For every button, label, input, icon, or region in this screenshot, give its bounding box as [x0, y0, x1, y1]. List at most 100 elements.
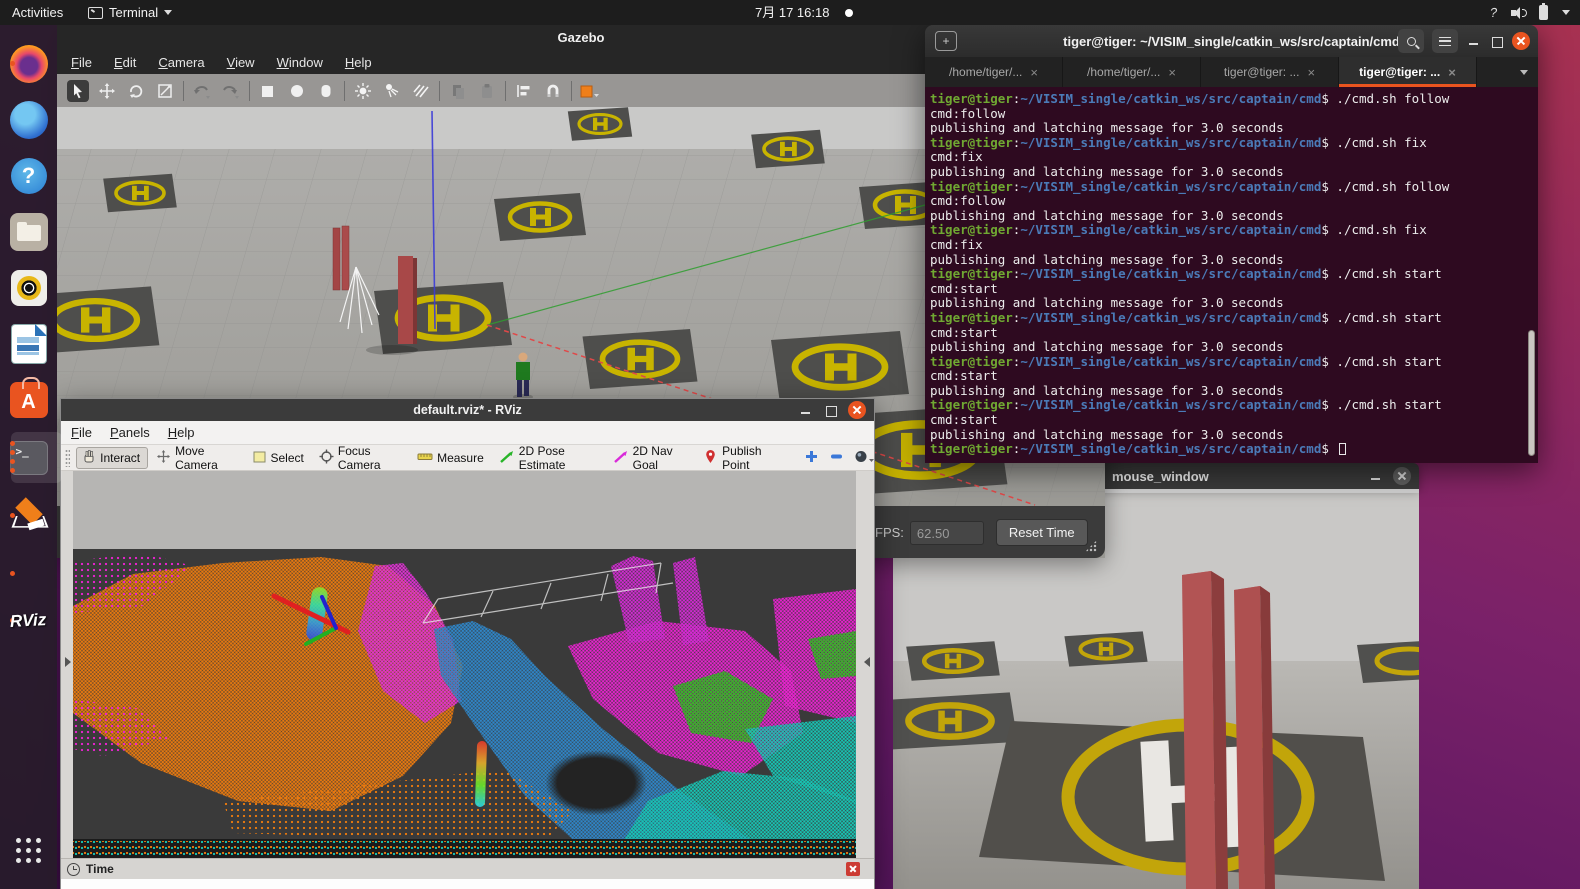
- menu-help[interactable]: Help: [345, 55, 372, 70]
- sphere-icon[interactable]: [286, 80, 308, 102]
- search-button[interactable]: [1398, 29, 1424, 53]
- minimize-button[interactable]: [798, 403, 813, 418]
- clock[interactable]: 7月 17 16:18: [755, 0, 829, 25]
- paste-icon[interactable]: [476, 80, 498, 102]
- tool-select[interactable]: Select: [248, 447, 311, 469]
- terminal-scrollbar[interactable]: [1528, 330, 1535, 456]
- terminal-tab[interactable]: tiger@tiger: ...: [1201, 57, 1339, 87]
- redo-icon[interactable]: [220, 80, 242, 102]
- dock-item-libreoffice-writer[interactable]: [8, 323, 49, 364]
- rviz-titlebar[interactable]: default.rviz* - RViz: [61, 399, 874, 421]
- dock-item-files[interactable]: [8, 211, 49, 252]
- mouse-window-titlebar[interactable]: mouse_window: [1100, 463, 1419, 489]
- translate-icon[interactable]: [96, 80, 118, 102]
- select-arrow-icon[interactable]: [67, 80, 89, 102]
- menu-edit[interactable]: Edit: [114, 55, 136, 70]
- menu-file[interactable]: File: [71, 425, 92, 440]
- copy-icon[interactable]: [447, 80, 469, 102]
- camera-sphere-icon[interactable]: [854, 449, 874, 467]
- maximize-button[interactable]: [1489, 34, 1504, 49]
- tab-close-icon[interactable]: [1307, 65, 1315, 80]
- maximize-button[interactable]: [823, 403, 838, 418]
- point-light-icon[interactable]: [352, 80, 374, 102]
- view-cube-icon[interactable]: [579, 80, 601, 102]
- rviz-3d-view[interactable]: [61, 471, 874, 858]
- tool-measure[interactable]: Measure: [413, 447, 491, 469]
- toolbar-drag-handle[interactable]: [65, 449, 70, 467]
- app-menu[interactable]: Terminal: [88, 0, 172, 25]
- dock-item-help[interactable]: ?: [8, 155, 49, 196]
- panel-collapse-handle-left[interactable]: [65, 657, 71, 667]
- menu-button[interactable]: [1432, 29, 1458, 53]
- align-icon[interactable]: [513, 80, 535, 102]
- helipad-mid: [893, 692, 1018, 749]
- dock-item-rhythmbox[interactable]: [8, 267, 49, 308]
- activities-button[interactable]: Activities: [12, 0, 63, 25]
- terminal-output[interactable]: tiger@tiger:~/VISIM_single/catkin_ws/src…: [925, 87, 1538, 463]
- magenta-arrow-pen-icon: [613, 449, 629, 467]
- rotate-icon[interactable]: [125, 80, 147, 102]
- terminal-tab[interactable]: /home/tiger/...: [1063, 57, 1201, 87]
- cylinder-icon[interactable]: [315, 80, 337, 102]
- close-button[interactable]: [1393, 467, 1411, 485]
- terminal-tab[interactable]: /home/tiger/...: [925, 57, 1063, 87]
- dock-item-running-app[interactable]: [8, 553, 49, 594]
- minimize-button[interactable]: [1466, 34, 1481, 49]
- close-button[interactable]: [848, 401, 866, 419]
- dock-item-terminal[interactable]: >_: [8, 437, 49, 478]
- undo-icon[interactable]: [191, 80, 213, 102]
- dock-item-ubuntu-software[interactable]: A: [8, 379, 49, 420]
- menu-window[interactable]: Window: [277, 55, 323, 70]
- reset-time-button[interactable]: Reset Time: [996, 519, 1088, 546]
- menu-camera[interactable]: Camera: [158, 55, 204, 70]
- minimize-button[interactable]: [1368, 469, 1383, 484]
- pointcloud-viewport[interactable]: [73, 471, 856, 858]
- helipad-far-3: [1357, 639, 1419, 683]
- tab-list-dropdown[interactable]: [1510, 57, 1538, 87]
- dock-item-thunderbird[interactable]: [8, 99, 49, 140]
- panel-collapse-handle-right[interactable]: [864, 657, 870, 667]
- show-applications-button[interactable]: [8, 830, 49, 871]
- spot-light-icon[interactable]: [381, 80, 403, 102]
- tool-focus-camera[interactable]: Focus Camera: [315, 447, 409, 469]
- tab-label: /home/tiger/...: [1087, 65, 1160, 79]
- rviz-icon: RViz: [10, 610, 47, 632]
- menu-file[interactable]: File: [71, 55, 92, 70]
- dock-item-firefox[interactable]: [8, 43, 49, 84]
- terminal-line: tiger@tiger:~/VISIM_single/catkin_ws/src…: [930, 311, 1538, 326]
- terminal-line: tiger@tiger:~/VISIM_single/catkin_ws/src…: [930, 398, 1538, 413]
- fps-field[interactable]: 62.50: [910, 521, 984, 545]
- dock-item-gazebo[interactable]: [8, 495, 49, 536]
- snap-icon[interactable]: [542, 80, 564, 102]
- terminal-tabs: /home/tiger/... /home/tiger/... tiger@tige…: [925, 57, 1538, 87]
- rviz-window: default.rviz* - RViz File Panels Help Inte…: [60, 398, 875, 889]
- menu-help[interactable]: Help: [168, 425, 195, 440]
- dock-item-rviz[interactable]: RViz: [8, 600, 49, 641]
- helipad: [494, 193, 586, 241]
- tab-close-icon[interactable]: [1030, 65, 1038, 80]
- menu-view[interactable]: View: [227, 55, 255, 70]
- tool-publish-point[interactable]: Publish Point: [699, 447, 786, 469]
- tool-interact[interactable]: Interact: [76, 447, 148, 469]
- tool-2d-nav-goal[interactable]: 2D Nav Goal: [609, 447, 696, 469]
- remove-tool-minus-icon[interactable]: [829, 449, 844, 467]
- new-tab-button[interactable]: [935, 31, 957, 51]
- terminal-titlebar[interactable]: tiger@tiger: ~/VISIM_single/catkin_ws/sr…: [925, 25, 1538, 57]
- add-tool-plus-icon[interactable]: [804, 449, 819, 467]
- tool-move-camera[interactable]: Move Camera: [152, 447, 243, 469]
- box-icon[interactable]: [257, 80, 279, 102]
- tool-buttons-extra: [804, 449, 874, 467]
- menu-panels[interactable]: Panels: [110, 425, 150, 440]
- tab-close-icon[interactable]: [1168, 65, 1176, 80]
- system-status-area[interactable]: ?: [1490, 0, 1570, 25]
- terminal-tab[interactable]: tiger@tiger: ...: [1339, 57, 1477, 87]
- tab-close-icon[interactable]: [1448, 65, 1456, 80]
- wireframe-grid: [423, 563, 673, 623]
- toolbar-separator: [249, 81, 250, 101]
- directional-light-icon[interactable]: [410, 80, 432, 102]
- close-button[interactable]: [1512, 32, 1530, 50]
- scale-icon[interactable]: [154, 80, 176, 102]
- time-panel-header[interactable]: Time: [61, 858, 874, 879]
- tool-2d-pose-estimate[interactable]: 2D Pose Estimate: [495, 447, 605, 469]
- time-panel-close-button[interactable]: [846, 862, 860, 876]
